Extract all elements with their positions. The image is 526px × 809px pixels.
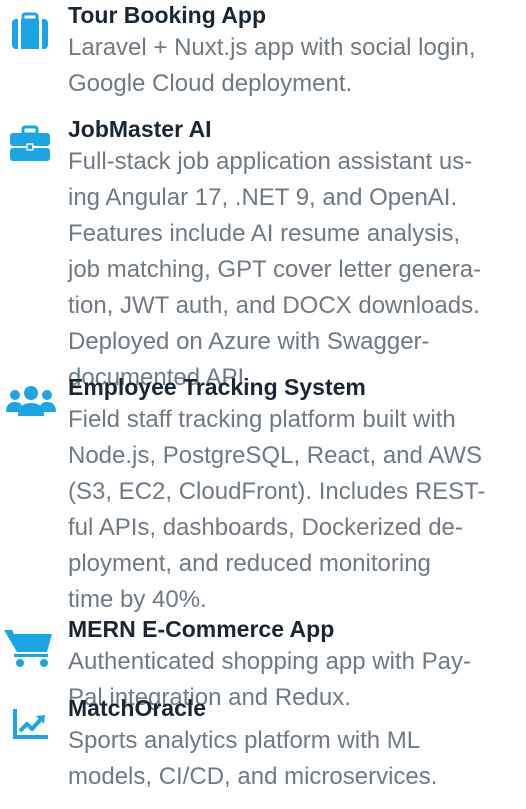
project-description-line: ful APIs, dashboards, Dockerized de-: [68, 514, 463, 541]
project-description-line: time by 40%.: [68, 586, 207, 613]
project-description-line: models, CI/CD, and microservices.: [68, 763, 438, 790]
project-description-line: Sports analytics platform with ML: [68, 727, 421, 754]
chart-line-icon: [0, 703, 62, 747]
briefcase-icon: [0, 124, 62, 168]
project-title: JobMaster AI: [68, 116, 212, 142]
project-description-line: tion, JWT auth, and DOCX downloads.: [68, 292, 480, 319]
project-description-line: (S3, EC2, CloudFront). Includes REST-: [68, 478, 486, 505]
suitcase-icon: [0, 10, 62, 54]
project-description: Full-stack job application assistant us-…: [68, 144, 518, 396]
project-title: MatchOracle: [68, 695, 207, 721]
shopping-cart-icon: [0, 624, 62, 668]
project-description-line: ployment, and reduced monitoring: [68, 550, 431, 577]
project-description-line: Full-stack job application assistant us-: [68, 148, 473, 175]
project-description: Field staff tracking platform built with…: [68, 402, 518, 618]
project-title: Tour Booking App: [68, 2, 267, 28]
project-description-line: Laravel + Nuxt.js app with social login,: [68, 34, 476, 61]
project-description-line: Google Cloud deployment.: [68, 70, 353, 97]
project-description-line: job matching, GPT cover letter genera-: [68, 256, 482, 283]
project-description-line: Node.js, PostgreSQL, React, and AWS: [68, 442, 482, 469]
project-description-line: Field staff tracking platform built with: [68, 406, 456, 433]
project-description: Laravel + Nuxt.js app with social login,…: [68, 30, 518, 102]
project-title: MERN E-Commerce App: [68, 616, 335, 642]
project-description: Sports analytics platform with ML models…: [68, 723, 518, 795]
project-description-line: Deployed on Azure with Swagger-: [68, 328, 430, 355]
users-icon: [0, 382, 62, 426]
project-description-line: ing Angular 17, .NET 9, and OpenAI.: [68, 184, 458, 211]
project-description-line: Features include AI resume analysis,: [68, 220, 461, 247]
project-title: Employee Tracking System: [68, 374, 366, 400]
project-description-line: Authenticated shopping app with Pay-: [68, 648, 471, 675]
